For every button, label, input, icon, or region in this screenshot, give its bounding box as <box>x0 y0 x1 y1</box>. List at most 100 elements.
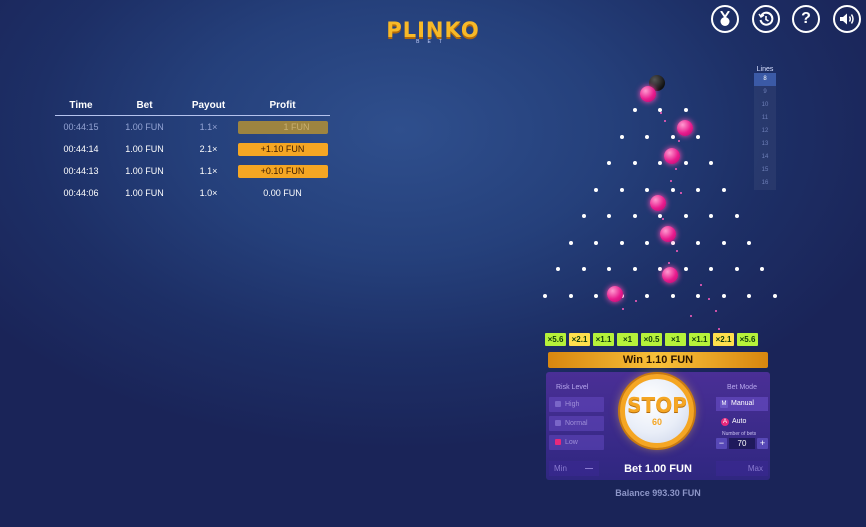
risk-option-low[interactable]: Low <box>549 435 604 450</box>
row-time: 00:44:15 <box>63 122 99 132</box>
risk-level-title: Risk Level <box>556 384 589 391</box>
lines-option[interactable]: 13 <box>754 138 776 151</box>
history-row: 00:44:15 1.00 FUN 1.1× 1 FUN <box>55 116 330 138</box>
risk-low-icon <box>555 439 561 445</box>
risk-high-label: High <box>565 401 580 408</box>
peg <box>683 214 688 218</box>
decrease-bets-button[interactable]: − <box>716 438 727 449</box>
peg <box>645 240 650 245</box>
trail-spark <box>675 168 677 170</box>
help-icon: ? <box>801 10 811 27</box>
lines-option[interactable]: 9 <box>754 86 776 99</box>
bet-history-table: Time Bet Payout Profit 00:44:15 1.00 FUN… <box>55 100 330 204</box>
row-payout: 1.1× <box>199 122 218 132</box>
peg <box>772 293 777 298</box>
peg <box>709 161 713 165</box>
lines-option[interactable]: 16 <box>754 177 776 190</box>
peg <box>696 134 701 139</box>
number-of-bets-value[interactable]: 70 <box>729 438 755 449</box>
history-button[interactable] <box>752 5 780 33</box>
multiplier-slot: ×0.5 <box>641 333 662 346</box>
lines-option[interactable]: 8 <box>754 73 776 86</box>
peg <box>747 293 752 298</box>
peg <box>632 267 637 271</box>
peg <box>658 161 662 165</box>
risk-option-normal[interactable]: Normal <box>549 416 604 431</box>
trail-spark <box>670 180 672 182</box>
help-button[interactable]: ? <box>792 5 820 33</box>
sound-button[interactable] <box>833 5 861 33</box>
peg <box>670 293 675 298</box>
header-profit: Profit <box>269 100 296 111</box>
plinko-ball <box>662 267 678 283</box>
lines-option[interactable]: 14 <box>754 151 776 164</box>
peg <box>581 214 586 218</box>
max-bet-button[interactable]: Max <box>716 461 768 476</box>
plinko-ball <box>640 86 656 102</box>
row-profit: +1.10 FUN <box>237 142 328 156</box>
risk-normal-label: Normal <box>565 420 588 427</box>
increase-bets-button[interactable]: + <box>757 438 768 449</box>
lines-selector: Lines 8 9 10 11 12 13 14 15 16 <box>754 66 776 190</box>
risk-normal-icon <box>555 420 561 426</box>
peg <box>568 293 573 298</box>
bet-mode-manual[interactable]: M Manual <box>716 397 768 411</box>
plinko-ball <box>660 226 676 242</box>
trail-spark <box>708 298 710 300</box>
auto-key-badge: A <box>721 418 729 426</box>
row-bet: 1.00 FUN <box>125 122 164 132</box>
peg <box>721 187 726 192</box>
stop-button[interactable]: STOP 60 <box>620 374 694 448</box>
trail-spark <box>690 315 692 317</box>
plinko-logo: PLINKO BET <box>385 18 481 48</box>
peg <box>734 214 739 218</box>
bet-mode-title: Bet Mode <box>727 384 757 391</box>
multiplier-slot: ×2.1 <box>713 333 734 346</box>
row-profit: 0.00 FUN <box>263 188 302 198</box>
lines-option[interactable]: 12 <box>754 125 776 138</box>
peg <box>645 187 650 192</box>
lines-label: Lines <box>756 66 774 73</box>
peg <box>568 240 573 245</box>
multiplier-slot: ×1.1 <box>689 333 710 346</box>
row-bet: 1.00 FUN <box>125 166 164 176</box>
risk-option-high[interactable]: High <box>549 397 604 412</box>
peg <box>594 187 599 192</box>
peg <box>658 267 662 271</box>
number-of-bets-label: Number of bets <box>722 431 757 437</box>
peg <box>734 267 739 271</box>
row-time: 00:44:06 <box>63 188 99 198</box>
peg <box>645 134 650 139</box>
peg <box>696 187 701 192</box>
peg <box>683 267 688 271</box>
peg <box>556 267 560 271</box>
peg <box>607 161 611 165</box>
peg <box>619 187 624 192</box>
row-payout: 1.1× <box>199 166 218 176</box>
history-header: Time Bet Payout Profit <box>55 100 330 116</box>
min-bet-button[interactable]: Min <box>549 461 599 476</box>
manual-key-badge: M <box>720 400 728 408</box>
history-row: 00:44:13 1.00 FUN 1.1× +0.10 FUN <box>55 160 330 182</box>
risk-high-icon <box>555 401 561 407</box>
peg <box>696 240 701 245</box>
achievements-button[interactable] <box>711 5 739 33</box>
plinko-board <box>540 70 780 330</box>
peg <box>543 293 548 298</box>
peg <box>619 134 624 139</box>
medal-icon <box>720 11 730 26</box>
bet-amount: Bet 1.00 FUN <box>624 463 692 475</box>
trail-spark <box>680 192 682 194</box>
peg <box>645 293 650 298</box>
trail-spark <box>660 112 662 114</box>
peg <box>594 240 599 245</box>
history-row: 00:44:14 1.00 FUN 2.1× +1.10 FUN <box>55 138 330 160</box>
lines-option[interactable]: 11 <box>754 112 776 125</box>
bet-mode-auto[interactable]: A Auto <box>716 418 768 426</box>
plinko-ball <box>664 148 680 164</box>
header-bet: Bet <box>136 100 153 111</box>
peg <box>721 293 726 298</box>
trail-spark <box>718 328 720 330</box>
lines-option[interactable]: 10 <box>754 99 776 112</box>
lines-option[interactable]: 15 <box>754 164 776 177</box>
